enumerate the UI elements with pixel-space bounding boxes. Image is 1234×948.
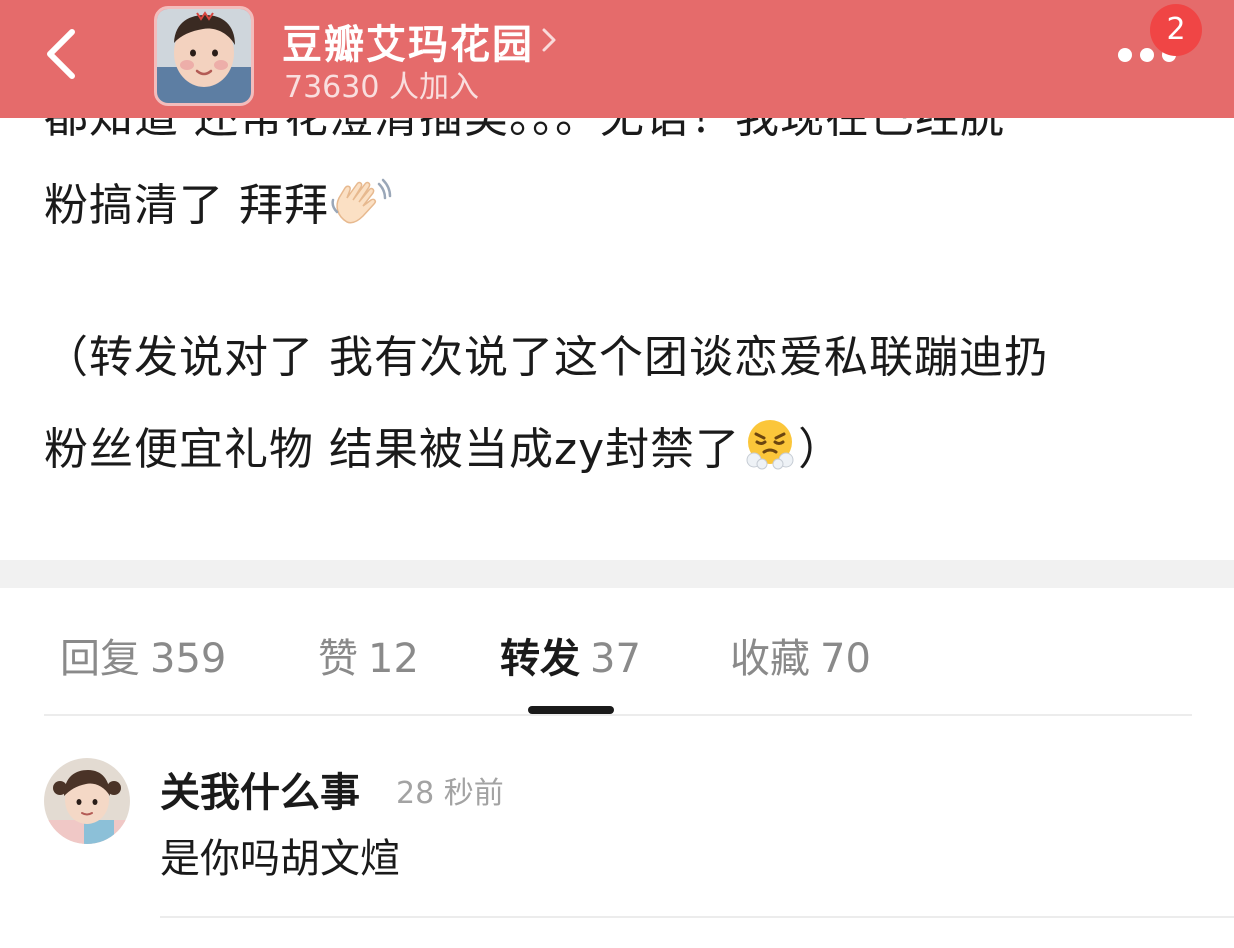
group-avatar[interactable] [154,6,254,106]
active-tab-indicator [528,706,614,714]
avatar[interactable] [44,758,130,844]
notification-badge[interactable]: 2 [1150,4,1202,56]
chevron-right-icon [540,18,558,64]
group-header: 豆瓣艾玛花园 73630 人加入 2 [0,0,1234,118]
post-text-segment: 粉搞清了 拜拜 [44,180,329,231]
post-text-segment: ） [798,424,844,475]
post-text-segment: 粉丝便宜礼物 结果被当成zy封禁了 [44,424,741,475]
huffing-face-icon [742,418,798,484]
comment-timestamp: 28 秒前 [396,776,504,811]
tab-label: 回复 [60,636,140,682]
tab-label: 赞 [318,636,358,682]
tab-reshares[interactable]: 转发 37 [500,626,641,684]
tab-collections[interactable]: 收藏 70 [730,626,871,684]
post-text-line: 粉丝便宜礼物 结果被当成zy封禁了 ） [44,418,843,484]
waving-hand-icon [331,176,393,240]
tab-count: 37 [590,636,641,682]
tab-count: 70 [820,636,871,682]
post-text-line: 粉搞清了 拜拜 [44,176,393,240]
post-stats-tabs: 回复 359 赞 12 转发 37 收藏 70 [0,588,1234,716]
group-post-page: 都知道 还常花澄清插类。。。无语！我现在已经脱 粉搞清了 拜拜 （转发说对了 我… [0,0,1234,948]
tab-count: 359 [150,636,227,682]
tab-label: 收藏 [730,636,810,682]
comment-text: 是你吗胡文煊 [160,836,400,882]
divider [44,714,1192,716]
divider [160,916,1234,918]
section-separator [0,560,1234,588]
tab-replies[interactable]: 回复 359 [60,626,226,684]
tab-likes[interactable]: 赞 12 [318,626,419,684]
member-count: 73630 人加入 [284,70,479,105]
tab-count: 12 [368,636,419,682]
tab-label: 转发 [500,636,580,682]
chevron-left-icon [47,29,75,79]
comment-author[interactable]: 关我什么事 [160,760,360,818]
post-text-line: （转发说对了 我有次说了这个团谈恋爱私联蹦迪扔 [44,332,1049,383]
back-button[interactable] [36,26,92,82]
